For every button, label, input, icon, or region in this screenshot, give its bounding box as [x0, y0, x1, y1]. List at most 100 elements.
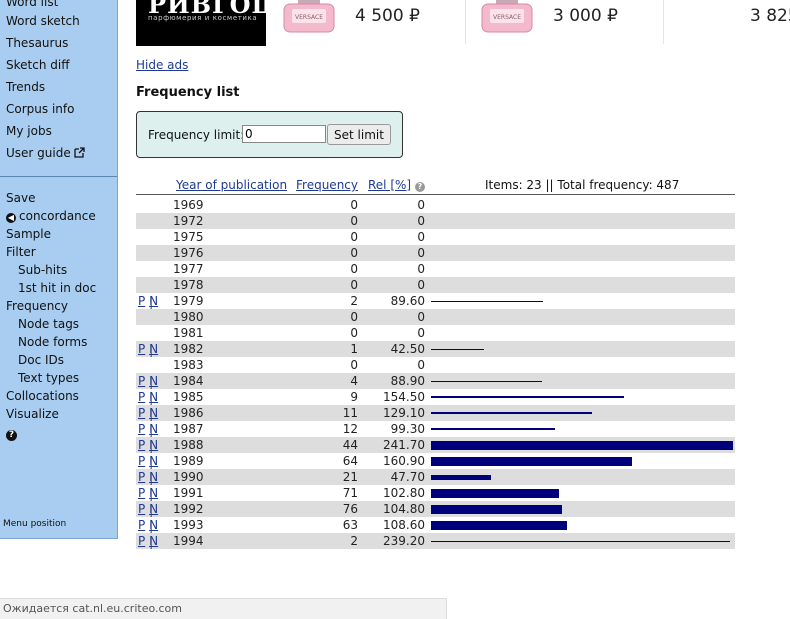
frequency-limit-input[interactable] — [242, 125, 326, 143]
sidebar-item-sketch-diff[interactable]: Sketch diff — [6, 58, 69, 72]
positive-filter-link[interactable]: P — [138, 438, 145, 452]
frequency-bar — [431, 521, 567, 530]
year-cell: 1975 — [173, 230, 204, 244]
sidebar-item-filter[interactable]: Filter — [6, 245, 36, 259]
positive-filter-link[interactable]: P — [138, 374, 145, 388]
row-links: P | N — [138, 406, 159, 421]
row-links: P | N — [138, 502, 159, 517]
table-row: 1981 0 0 — [136, 325, 735, 341]
table-row: P | N 1979 2 89.60 — [136, 293, 735, 309]
rel-cell: 0 — [417, 278, 425, 292]
year-cell: 1993 — [173, 518, 204, 532]
sidebar-item-user-guide[interactable]: User guide — [6, 146, 85, 160]
sidebar-item-visualize[interactable]: Visualize — [6, 407, 59, 421]
menu-position-link[interactable]: Menu position — [3, 519, 66, 529]
sidebar-item-text-types[interactable]: Text types — [18, 371, 79, 385]
positive-filter-link[interactable]: P — [138, 534, 145, 548]
sidebar-item-thesaurus[interactable]: Thesaurus — [6, 36, 68, 50]
hide-ads-link[interactable]: Hide ads — [136, 58, 188, 72]
table-row: 1976 0 0 — [136, 245, 735, 261]
help-icon[interactable]: ? — [414, 182, 425, 192]
positive-filter-link[interactable]: P — [138, 518, 145, 532]
year-cell: 1978 — [173, 278, 204, 292]
positive-filter-link[interactable]: P — [138, 422, 145, 436]
table-row: P | N 1991 71 102.80 — [136, 485, 735, 501]
sidebar-item-concordance[interactable]: ◀ concordance — [6, 209, 96, 223]
year-column-header[interactable]: Year of publication — [176, 178, 287, 192]
rel-cell: 0 — [417, 310, 425, 324]
sidebar-item-node-forms[interactable]: Node forms — [18, 335, 87, 349]
positive-filter-link[interactable]: P — [138, 454, 145, 468]
rel-cell: 0 — [417, 198, 425, 212]
frequency-bar — [431, 505, 562, 514]
ad-item[interactable]: VERSACE 4 500 ₽ — [266, 0, 466, 44]
frequency-cell: 0 — [350, 278, 358, 292]
frequency-cell: 71 — [342, 486, 358, 500]
rel-cell: 0 — [417, 326, 425, 340]
rel-cell: 241.70 — [383, 438, 425, 452]
frequency-bar — [431, 349, 484, 350]
table-row: 1977 0 0 — [136, 261, 735, 277]
row-links: P | N — [138, 438, 159, 453]
rel-sort-link[interactable]: Rel [%] — [368, 178, 411, 192]
row-links: P | N — [138, 374, 159, 389]
sidebar-item-doc-ids[interactable]: Doc IDs — [18, 353, 64, 367]
year-cell: 1983 — [173, 358, 204, 372]
table-row: 1978 0 0 — [136, 277, 735, 293]
year-cell: 1984 — [173, 374, 204, 388]
sidebar-item-trends[interactable]: Trends — [6, 80, 45, 94]
sidebar-item-corpus-info[interactable]: Corpus info — [6, 102, 74, 116]
positive-filter-link[interactable]: P — [138, 342, 145, 356]
positive-filter-link[interactable]: P — [138, 502, 145, 516]
positive-filter-link[interactable]: P — [138, 470, 145, 484]
set-limit-button[interactable]: Set limit — [327, 124, 391, 145]
sidebar-item-save[interactable]: Save — [6, 191, 35, 205]
positive-filter-link[interactable]: P — [138, 294, 145, 308]
frequency-cell: 21 — [342, 470, 358, 484]
rel-cell: 47.70 — [390, 470, 425, 484]
table-row: P | N 1990 21 47.70 — [136, 469, 735, 485]
ad-logo[interactable]: РИВГОШ парфюмерия и косметика — [136, 0, 266, 46]
positive-filter-link[interactable]: P — [138, 486, 145, 500]
table-row: P | N 1993 63 108.60 — [136, 517, 735, 533]
ad-banner[interactable]: РИВГОШ парфюмерия и косметика VERSACE 4 … — [136, 0, 790, 46]
rel-column-header[interactable]: Rel [%] ? — [368, 178, 425, 192]
frequency-cell: 64 — [342, 454, 358, 468]
page-title: Frequency list — [136, 85, 240, 100]
year-cell: 1986 — [173, 406, 204, 420]
ad-logo-subtext: парфюмерия и косметика — [148, 14, 258, 22]
sidebar-item-sample[interactable]: Sample — [6, 227, 51, 241]
perfume-bottle-image: VERSACE — [481, 0, 533, 33]
row-links: P | N — [138, 294, 159, 309]
ad-item[interactable]: 3 825 — [664, 0, 790, 44]
year-cell: 1976 — [173, 246, 204, 260]
sidebar-item-sub-hits[interactable]: Sub-hits — [18, 263, 67, 277]
year-cell: 1980 — [173, 310, 204, 324]
positive-filter-link[interactable]: P — [138, 406, 145, 420]
sidebar-item-word-list[interactable]: Word list — [6, 0, 58, 9]
frequency-cell: 76 — [342, 502, 358, 516]
row-links: P | N — [138, 534, 159, 549]
sidebar-item-collocations[interactable]: Collocations — [6, 389, 79, 403]
positive-filter-link[interactable]: P — [138, 390, 145, 404]
table-row: 1972 0 0 — [136, 213, 735, 229]
browser-status-bar: Ожидается cat.nl.eu.criteo.com — [0, 598, 447, 619]
sidebar: Word list Word sketch Thesaurus Sketch d… — [0, 0, 118, 539]
rel-cell: 102.80 — [383, 486, 425, 500]
sidebar-item-my-jobs[interactable]: My jobs — [6, 124, 52, 138]
frequency-cell: 0 — [350, 214, 358, 228]
help-icon[interactable]: ? — [6, 430, 17, 441]
sidebar-item-node-tags[interactable]: Node tags — [18, 317, 79, 331]
frequency-bar — [431, 541, 730, 542]
year-cell: 1977 — [173, 262, 204, 276]
ad-item[interactable]: VERSACE 3 000 ₽ — [466, 0, 664, 44]
row-links: P | N — [138, 342, 159, 357]
frequency-column-header[interactable]: Frequency — [296, 178, 358, 192]
rel-cell: 0 — [417, 214, 425, 228]
sidebar-item-first-hit[interactable]: 1st hit in doc — [18, 281, 96, 295]
frequency-bar — [431, 441, 733, 450]
sidebar-help[interactable]: ? — [6, 426, 17, 441]
rel-cell: 0 — [417, 246, 425, 260]
sidebar-item-frequency[interactable]: Frequency — [6, 299, 68, 313]
sidebar-item-word-sketch[interactable]: Word sketch — [6, 14, 80, 28]
